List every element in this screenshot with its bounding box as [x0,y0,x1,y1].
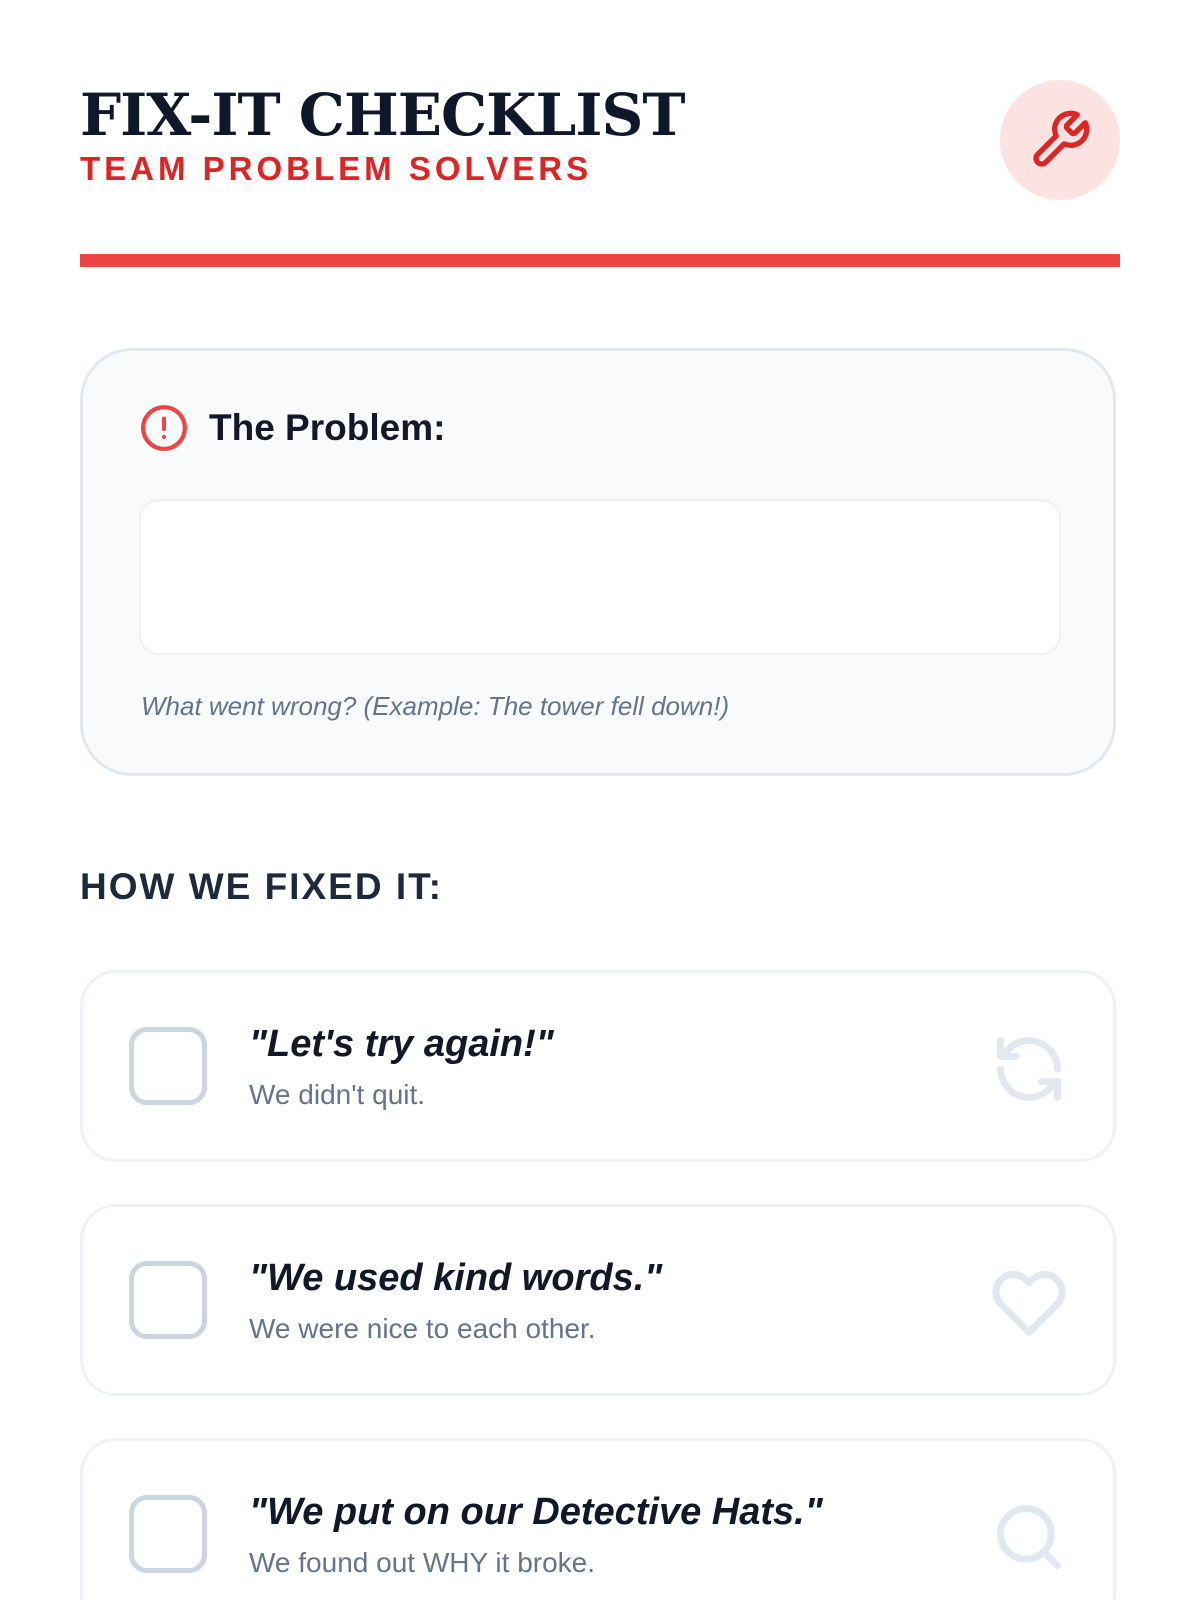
heart-icon [992,1271,1066,1336]
checklist-item[interactable]: "We put on our Detective Hats." We found… [80,1438,1116,1600]
checklist-item-description: We were nice to each other. [249,1313,596,1344]
checkbox[interactable] [129,1495,207,1573]
checklist-item-title: "We put on our Detective Hats." [249,1491,823,1533]
problem-title: The Problem: [209,407,446,448]
checklist-item-title: "We used kind words." [249,1257,663,1299]
checklist-item-title: "Let's try again!" [249,1023,554,1065]
wrench-badge [1000,80,1120,200]
checklist-item[interactable]: "We used kind words." We were nice to ea… [80,1204,1116,1396]
header-divider [80,254,1120,267]
problem-card: The Problem: What went wrong? (Example: … [80,348,1116,776]
checkbox[interactable] [129,1261,207,1339]
page-title: FIX-IT CHECKLIST [80,81,685,149]
checklist-item-description: We found out WHY it broke. [249,1547,596,1578]
problem-input[interactable] [139,499,1061,655]
refresh-icon [997,1037,1061,1101]
alert-circle-icon [141,405,187,451]
checkbox[interactable] [129,1027,207,1105]
problem-heading: The Problem: [139,403,445,453]
wrench-icon [1033,110,1090,167]
search-icon [997,1505,1061,1569]
page-subtitle: TEAM PROBLEM SOLVERS [80,150,593,187]
checklist-item-description: We didn't quit. [249,1079,426,1110]
checklist-item[interactable]: "Let's try again!" We didn't quit. [80,970,1116,1162]
page-header: FIX-IT CHECKLIST TEAM PROBLEM SOLVERS [80,80,1120,214]
section-heading: HOW WE FIXED IT: [80,866,443,907]
problem-hint: What went wrong? (Example: The tower fel… [141,691,730,721]
